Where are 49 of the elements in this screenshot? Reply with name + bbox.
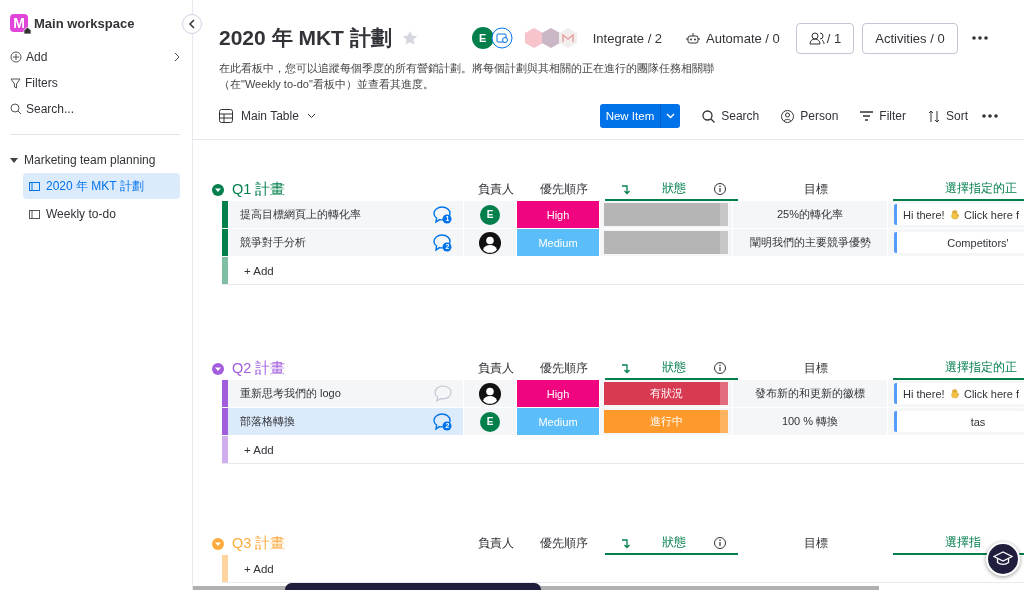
goal-cell: 闡明我們的主要競爭優勢: [733, 229, 888, 256]
column-header[interactable]: 優先順序: [522, 532, 605, 555]
user-avatar[interactable]: E: [471, 27, 494, 49]
activities-button[interactable]: Activities / 0: [862, 22, 958, 54]
board-item[interactable]: 2020 年 MKT 計劃: [23, 173, 180, 199]
workspace-name: Main workspace: [34, 15, 135, 31]
priority-label[interactable]: High: [517, 201, 600, 228]
column-header[interactable]: 優先順序: [522, 357, 605, 380]
status-label[interactable]: 有狀況: [604, 382, 728, 405]
goal-cell: 發布新的和更新的徽標: [733, 380, 888, 407]
column-header[interactable]: 優先順序: [522, 178, 605, 201]
item-name-cell[interactable]: 重新思考我們的 logo: [228, 380, 464, 407]
members-button[interactable]: / 1: [795, 22, 855, 54]
automate-link[interactable]: Automate / 0: [686, 30, 780, 46]
filters-menu-item[interactable]: Filters: [10, 70, 180, 96]
connected-item[interactable]: Competitors': [894, 232, 1024, 253]
group-title[interactable]: Q1 計畫: [232, 180, 286, 199]
person-avatar[interactable]: E: [480, 411, 500, 432]
search-button[interactable]: Search: [702, 109, 760, 123]
add-item-button[interactable]: + Add: [228, 555, 1024, 582]
column-header[interactable]: 目標: [738, 178, 893, 201]
connected-item[interactable]: Hi there! Click here f: [894, 204, 1024, 225]
add-item-button[interactable]: + Add: [228, 436, 1024, 463]
sort-button[interactable]: Sort: [928, 109, 968, 123]
add-menu-item[interactable]: Add: [10, 44, 180, 70]
new-item-button[interactable]: New Item: [599, 104, 661, 128]
column-header[interactable]: 負責人: [469, 532, 522, 555]
column-header[interactable]: 目標: [738, 532, 893, 555]
board-description: 在此看板中，您可以追蹤每個季度的所有營銷計劃。將每個計劃與其相關的正在進行的團隊任務相關聯 （在"Weekly to-do"看板中）並查看其進度。: [219, 61, 715, 92]
folder-item[interactable]: Marketing team planning: [10, 149, 180, 171]
filter-button[interactable]: Filter: [860, 109, 906, 123]
column-header[interactable]: 負責人: [469, 178, 522, 201]
board-item[interactable]: Weekly to-do: [23, 201, 180, 227]
group-title[interactable]: Q2 計畫: [232, 359, 286, 378]
person-filter-button[interactable]: Person: [781, 109, 839, 123]
view-selector[interactable]: Main Table: [219, 109, 316, 123]
goal-cell: 25%的轉化率: [733, 201, 888, 228]
integrate-link[interactable]: Integrate / 2: [592, 30, 663, 46]
column-header[interactable]: 負責人: [469, 357, 522, 380]
search-menu-item[interactable]: Search...: [10, 96, 180, 122]
add-item-button[interactable]: + Add: [228, 257, 1024, 284]
goal-cell: 100 % 轉換: [733, 408, 888, 435]
column-header[interactable]: 目標: [738, 357, 893, 380]
connected-item[interactable]: tas: [894, 411, 1024, 432]
column-header[interactable]: 狀態: [605, 532, 738, 555]
person-avatar[interactable]: E: [480, 204, 500, 225]
priority-label[interactable]: High: [517, 380, 600, 407]
connected-item[interactable]: Hi there! Click here f: [894, 383, 1024, 404]
board-title: 2020 年 MKT 計劃: [219, 25, 392, 51]
